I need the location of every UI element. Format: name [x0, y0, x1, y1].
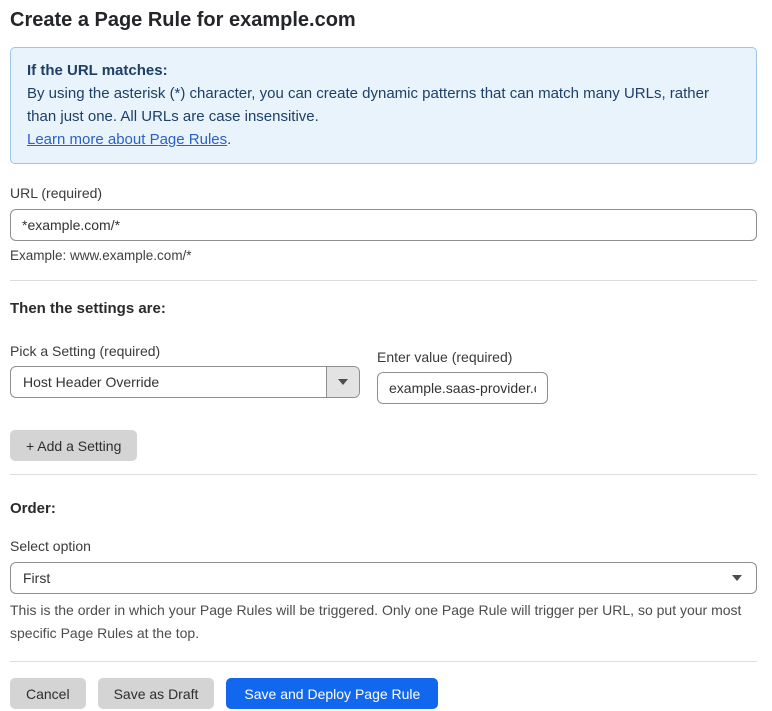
info-box-body: By using the asterisk (*) character, you… — [27, 85, 709, 125]
setting-select-value: Host Header Override — [23, 374, 160, 390]
cancel-button[interactable]: Cancel — [10, 678, 86, 709]
url-example-hint: Example: www.example.com/* — [10, 248, 192, 263]
order-select-value: First — [23, 570, 51, 586]
settings-section-heading: Then the settings are: — [10, 300, 166, 317]
order-help-text: This is the order in which your Page Rul… — [10, 602, 742, 641]
caret-down-icon — [732, 575, 742, 581]
select-option-label: Select option — [10, 538, 91, 554]
setting-select[interactable]: Host Header Override — [10, 366, 360, 398]
save-draft-button[interactable]: Save as Draft — [97, 678, 215, 709]
divider — [10, 280, 757, 281]
pick-setting-label: Pick a Setting (required) — [10, 343, 161, 359]
order-section-heading: Order: — [10, 500, 56, 517]
settings-row: Pick a Setting (required) Host Header Ov… — [10, 343, 757, 404]
footer-actions: Cancel Save as Draft Save and Deploy Pag… — [10, 678, 757, 709]
pick-setting-group: Pick a Setting (required) Host Header Ov… — [10, 343, 360, 404]
setting-select-arrow-button[interactable] — [326, 367, 359, 397]
info-box-link-line: Learn more about Page Rules. — [27, 128, 740, 151]
divider — [10, 661, 757, 662]
divider — [10, 474, 757, 475]
info-box-heading: If the URL matches: — [27, 62, 168, 79]
page-title: Create a Page Rule for example.com — [10, 9, 356, 31]
add-setting-button[interactable]: + Add a Setting — [10, 430, 138, 461]
url-match-info-box: If the URL matches: By using the asteris… — [10, 47, 757, 164]
learn-more-link[interactable]: Learn more about Page Rules — [27, 131, 227, 148]
enter-value-label: Enter value (required) — [377, 349, 513, 365]
create-page-rule-form: Create a Page Rule for example.com If th… — [0, 0, 772, 709]
setting-value-input[interactable] — [377, 372, 548, 404]
save-deploy-button[interactable]: Save and Deploy Page Rule — [226, 678, 439, 709]
url-label: URL (required) — [10, 185, 103, 201]
link-period: . — [227, 131, 232, 148]
url-input[interactable] — [10, 209, 757, 241]
caret-down-icon — [338, 379, 348, 385]
order-select[interactable]: First — [10, 562, 757, 594]
enter-value-group: Enter value (required) — [377, 349, 548, 404]
